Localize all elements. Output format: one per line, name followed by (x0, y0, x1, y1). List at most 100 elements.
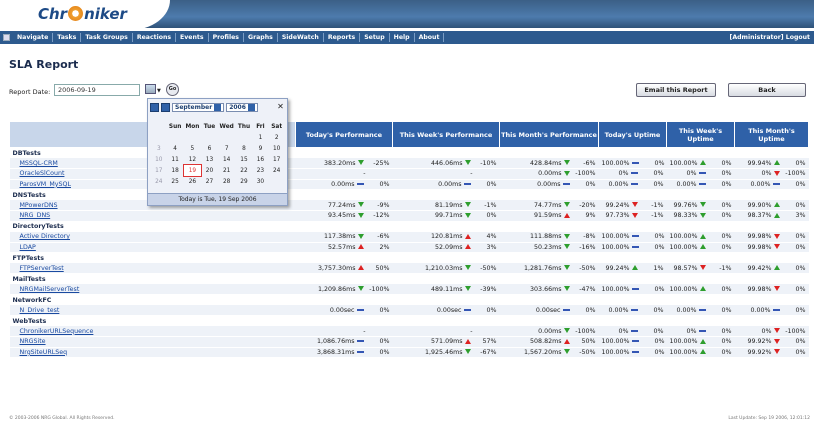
nav-navigate[interactable]: Navigate (13, 33, 54, 42)
metric-cell: 81.19ms -1% (392, 200, 500, 211)
nav-setup[interactable]: Setup (360, 33, 390, 42)
metric-cell: 99.94% 0% (734, 158, 809, 169)
year-select[interactable]: 2006 (226, 103, 258, 112)
prev-month-icon[interactable] (161, 103, 170, 112)
test-link[interactable]: Active Directory (9, 231, 296, 243)
calendar-day[interactable]: 13 (201, 154, 218, 165)
calendar-day[interactable]: 25 (167, 176, 184, 187)
calendar-day[interactable]: 12 (184, 154, 201, 165)
calendar-day[interactable]: 4 (167, 143, 184, 154)
calendar-day[interactable]: 26 (184, 176, 201, 187)
no-change-icon (630, 182, 638, 185)
calendar-day[interactable]: 20 (201, 165, 218, 176)
metric-change: 0% (721, 159, 732, 167)
header-this-month-s-performance: This Month's Performance (499, 121, 599, 148)
calendar-icon[interactable] (145, 84, 156, 94)
arrow-down-icon (464, 212, 471, 218)
calendar-day[interactable]: 27 (201, 176, 218, 187)
email-report-button[interactable]: Email this Report (636, 83, 716, 97)
arrow-down-icon (699, 265, 706, 270)
calendar-day[interactable]: 19 (182, 164, 203, 177)
calendar-day[interactable]: 21 (218, 165, 236, 176)
calendar-day[interactable]: 14 (218, 154, 236, 165)
metric-cell: 0.00ms 0% (295, 179, 393, 190)
prev-year-icon[interactable] (150, 103, 159, 112)
calendar-day[interactable]: 29 (235, 176, 252, 187)
metric-change: 0% (721, 348, 732, 356)
test-link[interactable]: NRGSite (9, 336, 296, 348)
calendar-day[interactable]: 24 (268, 165, 285, 176)
calendar-day[interactable]: 16 (252, 154, 268, 165)
calendar-day[interactable]: 5 (184, 143, 201, 154)
report-date-input[interactable] (54, 84, 140, 96)
calendar-day[interactable]: 22 (235, 165, 252, 176)
calendar-day[interactable]: 28 (218, 176, 236, 187)
close-icon[interactable]: ✕ (276, 103, 285, 112)
calendar-day[interactable]: 10 (268, 143, 285, 154)
metric-cell: 3,757.30ms 50% (295, 263, 393, 274)
arrow-down-icon (773, 349, 780, 355)
table-row: MSSQL-CRM 383.20ms -25% 446.06ms -10% 428.84m… (9, 158, 809, 169)
calendar-day[interactable]: 17 (268, 154, 285, 165)
metric-change: -100% (785, 327, 806, 335)
nav-tasks[interactable]: Tasks (53, 33, 82, 42)
no-change-icon (631, 340, 639, 343)
nav-reactions[interactable]: Reactions (133, 33, 177, 42)
metric-cell: 50.23ms -16% (499, 242, 599, 253)
metric-cell: 111.88ms -8% (499, 231, 599, 243)
back-button[interactable]: Back (728, 83, 806, 97)
metric-change: -1% (651, 212, 664, 220)
calendar-day[interactable]: 9 (252, 143, 268, 154)
calendar-day[interactable]: 15 (235, 154, 252, 165)
test-link[interactable]: LDAP (9, 242, 296, 253)
test-link[interactable]: NRGMailServerTest (9, 284, 296, 295)
calendar-day[interactable]: 1 (252, 132, 268, 143)
nav-profiles[interactable]: Profiles (209, 33, 244, 42)
metric-value: 100.00% (601, 159, 630, 167)
nav-about[interactable]: About (415, 33, 445, 42)
header-this-week-s-performance: This Week's Performance (392, 121, 500, 148)
metric-value: 0.00sec (329, 306, 355, 314)
nav-graphs[interactable]: Graphs (244, 33, 278, 42)
logout-link[interactable]: [Administrator] Logout (730, 34, 814, 41)
calendar-day[interactable]: 11 (167, 154, 184, 165)
metric-change: 0% (654, 159, 665, 167)
nav-events[interactable]: Events (176, 33, 209, 42)
week-number: 17 (155, 167, 163, 174)
calendar-day[interactable]: 6 (201, 143, 218, 154)
nav-task-groups[interactable]: Task Groups (81, 33, 133, 42)
metric-change: 0% (721, 233, 732, 240)
calendar-day[interactable]: 18 (167, 165, 184, 176)
metric-cell: 100.00% 0% (598, 158, 667, 169)
menu-toggle-icon[interactable] (3, 34, 10, 41)
test-link[interactable]: ChronikerURLSequence (9, 326, 296, 337)
test-link[interactable]: N_Drive_test (9, 305, 296, 316)
test-link[interactable]: FTPServerTest (9, 263, 296, 274)
test-link[interactable]: NRG_DNS (9, 210, 296, 222)
weekday-header: Wed (219, 123, 234, 130)
metric-cell: 100.00% 0% (666, 231, 735, 243)
calendar-day[interactable]: 2 (268, 132, 285, 143)
test-link[interactable]: NrgSiteURLSeq (9, 347, 296, 358)
calendar-dropdown-icon[interactable]: ▼ (157, 88, 161, 94)
metric-value: 97.73% (605, 212, 630, 220)
metric-cell: 1,086.76ms 0% (295, 336, 393, 348)
calendar-day[interactable]: 7 (218, 143, 236, 154)
calendar-day[interactable]: 30 (252, 176, 268, 187)
metric-cell: 99.76% 0% (666, 200, 735, 211)
nav-reports[interactable]: Reports (324, 33, 361, 42)
calendar-day (201, 132, 218, 143)
go-button[interactable]: Go (166, 83, 179, 96)
group-name: DNSTests (9, 189, 809, 200)
calendar-day[interactable]: 8 (235, 143, 252, 154)
metric-change: 0% (795, 285, 806, 293)
group-name: WebTests (9, 315, 809, 326)
month-select[interactable]: September (172, 103, 225, 112)
metric-change: 2% (379, 243, 390, 251)
metric-change: 0% (653, 170, 664, 178)
arrow-down-icon (563, 202, 570, 207)
nav-sidewatch[interactable]: SideWatch (278, 33, 324, 42)
calendar-today-text[interactable]: Today is Tue, 19 Sep 2006 (148, 193, 287, 205)
nav-help[interactable]: Help (390, 33, 415, 42)
calendar-day[interactable]: 23 (252, 165, 268, 176)
